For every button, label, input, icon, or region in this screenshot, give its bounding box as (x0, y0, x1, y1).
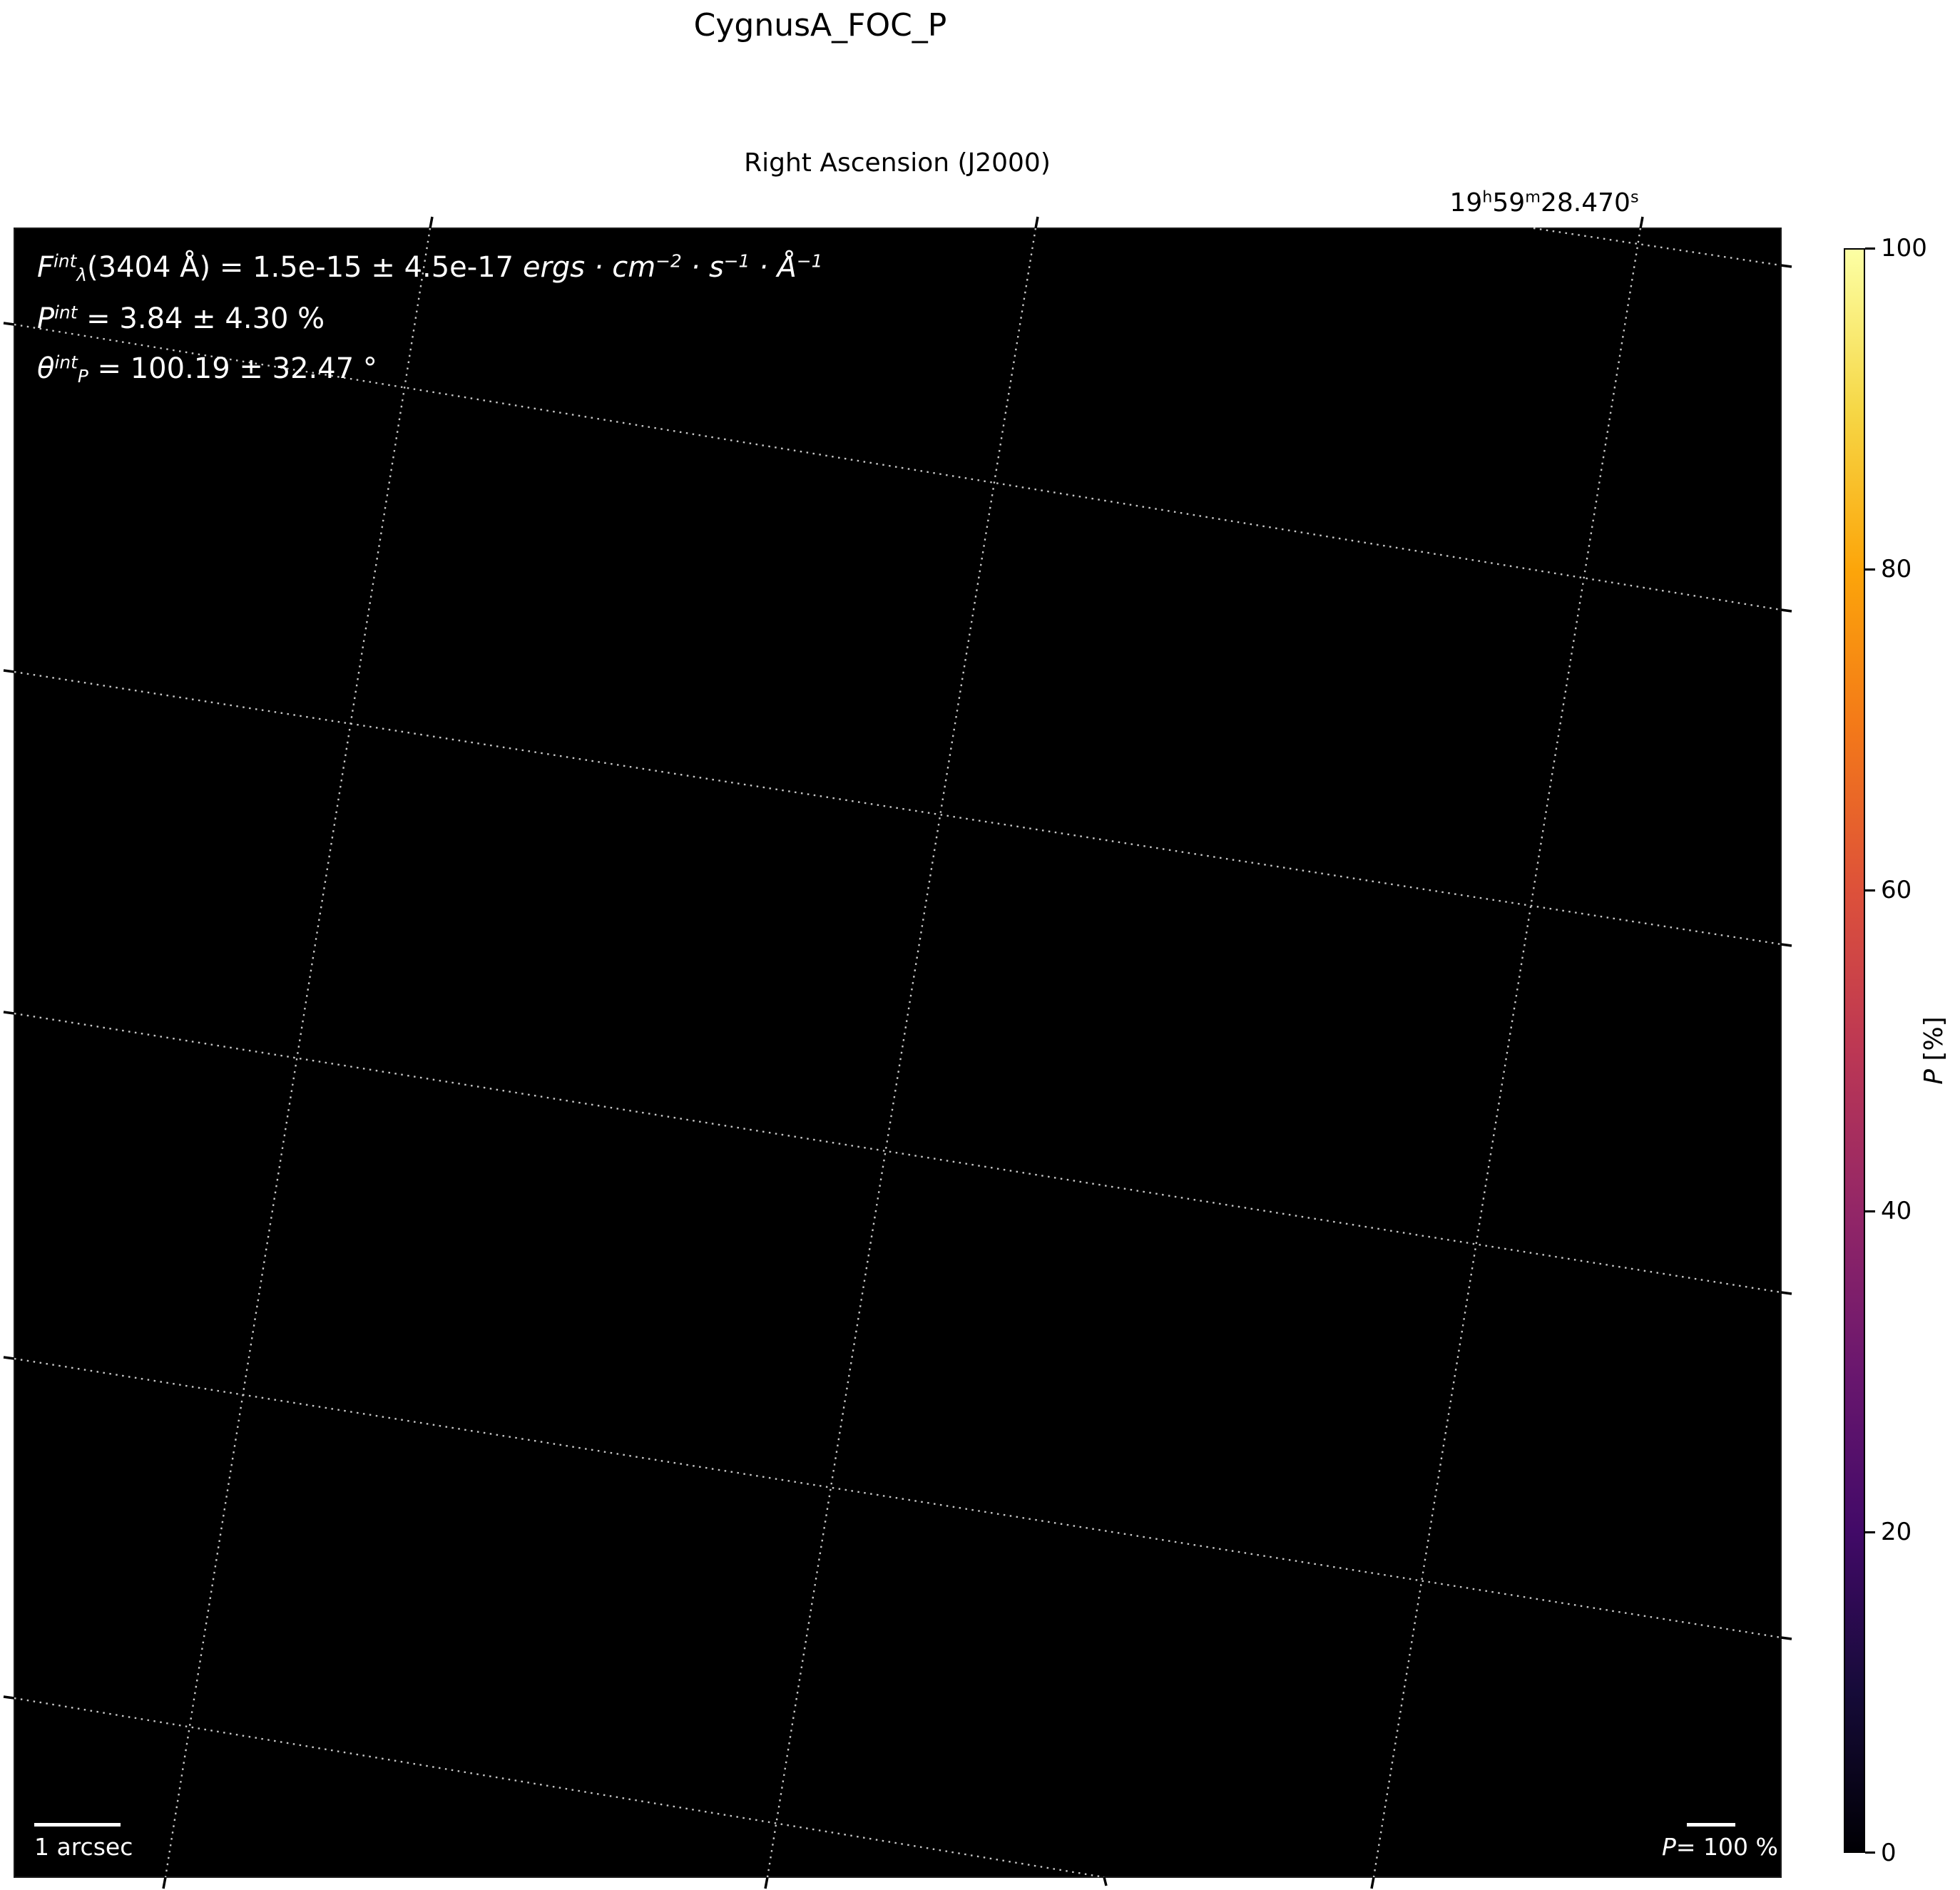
dec-gridline-0 (1533, 227, 1782, 267)
flux-value: (3404 Å) = 1.5e-15 ± 4.5e-17 (87, 251, 523, 284)
annotation-polarization: Pint = 3.84 ± 4.30 % (37, 302, 1036, 339)
dec-gridline-2 (14, 670, 1782, 946)
tick-right-1 (1780, 608, 1792, 613)
tick-right-0 (1780, 264, 1792, 268)
tick-left-4 (3, 1356, 15, 1360)
axis-ticks (3, 216, 1792, 1889)
flux-sup: int (53, 250, 77, 272)
tick-top-2 (1034, 216, 1039, 229)
flux-unit-3: · Å (750, 251, 797, 284)
polarization-reference-label: P= 100 % (1662, 1833, 1805, 1861)
flux-unit-2-exp: −1 (723, 250, 750, 272)
ra-gridline-2 (766, 228, 1037, 1878)
flux-unit-1-exp: −2 (655, 250, 682, 272)
colorbar-tick-100 (1865, 247, 1875, 250)
figure: CygnusA_FOC_P Right Ascension (J2000) 19… (0, 0, 1960, 1890)
colorbar-tick-60 (1865, 889, 1875, 892)
colorbar-tick-20 (1865, 1531, 1875, 1533)
colorbar-label-100: 100 (1881, 234, 1927, 262)
colorbar-tick-40 (1865, 1210, 1875, 1212)
colorbar-gradient (1844, 248, 1865, 1853)
colorbar-label-60: 60 (1881, 876, 1912, 904)
angle-sup: int (54, 352, 78, 373)
tick-bottom-1 (162, 1876, 167, 1889)
scalebar-label: 1 arcsec (34, 1833, 133, 1861)
polref-symbol: P (1662, 1833, 1676, 1861)
flux-unit-3-exp: −1 (796, 250, 823, 272)
polarization-reference-bar (1687, 1823, 1735, 1827)
colorbar-axis-label: P [%] (1919, 979, 1950, 1122)
tick-bottom-2 (764, 1876, 769, 1889)
pol-sup: int (54, 302, 78, 323)
dec-gridline-4 (14, 1357, 1782, 1639)
graticule-lines (14, 227, 1782, 1879)
angle-value: = 100.19 ± 32.47 ° (88, 352, 377, 385)
colorbar-axis-unit: [%] (1919, 1016, 1949, 1070)
pol-value: = 3.84 ± 4.30 % (77, 302, 325, 335)
dec-gridline-3 (14, 1012, 1782, 1294)
tick-right-4 (1780, 1636, 1792, 1640)
tick-bottom-3 (1370, 1876, 1375, 1889)
tick-right-2 (1780, 943, 1792, 947)
angle-sub: P (77, 366, 88, 387)
flux-symbol: F (37, 251, 54, 284)
colorbar-axis-symbol: P (1919, 1069, 1949, 1085)
flux-unit-1: ergs · cm (522, 251, 656, 284)
colorbar-tick-80 (1865, 568, 1875, 571)
colorbar-label-20: 20 (1881, 1518, 1912, 1546)
ra-gridline-1 (164, 228, 432, 1878)
tick-right-3 (1780, 1291, 1792, 1295)
flux-sub: λ (76, 265, 88, 286)
colorbar-label-40: 40 (1881, 1197, 1912, 1225)
tick-left-3 (3, 1011, 15, 1015)
colorbar-tick-0 (1865, 1851, 1875, 1854)
colorbar-label-0: 0 (1881, 1839, 1897, 1867)
ra-gridline-3 (1372, 228, 1642, 1878)
pol-symbol: P (37, 302, 55, 335)
flux-unit-2: · s (681, 251, 724, 284)
polref-value: = 100 % (1675, 1833, 1778, 1861)
angle-symbol: θ (37, 352, 55, 385)
tick-left-1 (3, 322, 15, 326)
scalebar (34, 1823, 121, 1827)
tick-top-1 (429, 216, 434, 229)
tick-bottom-dec (1103, 1876, 1108, 1886)
tick-left-5 (3, 1695, 15, 1700)
tick-left-2 (3, 669, 15, 673)
annotation-flux: Fintλ(3404 Å) = 1.5e-15 ± 4.5e-17 ergs ·… (37, 251, 1036, 288)
annotation-angle: θintP = 100.19 ± 32.47 ° (37, 352, 1036, 389)
colorbar-label-80: 80 (1881, 555, 1912, 583)
tick-top-3 (1639, 216, 1644, 229)
plot-frame (14, 228, 1782, 1878)
